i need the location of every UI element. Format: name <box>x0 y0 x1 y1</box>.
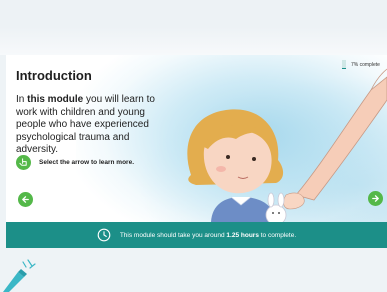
page-title: Introduction <box>16 68 92 83</box>
duration-value: 1.25 hours <box>226 231 259 239</box>
previous-button[interactable] <box>18 192 33 207</box>
hint-row: Select the arrow to learn more. <box>16 155 134 170</box>
next-button[interactable] <box>368 191 383 206</box>
module-duration-bar: This module should take you around 1.25 … <box>6 222 387 248</box>
module-slide: Introduction In this module you will lea… <box>6 55 387 222</box>
clock-icon <box>97 228 111 242</box>
hint-text: Select the arrow to learn more. <box>39 159 135 166</box>
hand-pointer-icon <box>16 155 31 170</box>
intro-text-prefix: In <box>16 94 28 105</box>
arrow-right-icon <box>371 191 380 206</box>
duration-text-after: to complete. <box>258 231 297 239</box>
progress-track <box>342 60 346 69</box>
decorative-brush-mark <box>3 259 36 292</box>
duration-text-before: This module should take you around <box>119 231 227 239</box>
progress-indicator: 7% complete <box>342 60 387 69</box>
illustration-girl-holding-hand <box>187 68 387 222</box>
top-strip <box>0 0 387 55</box>
arrow-left-icon <box>21 192 30 207</box>
intro-text-bold: this module <box>27 94 84 105</box>
progress-fill <box>342 68 346 69</box>
progress-label: 7% complete <box>351 61 380 68</box>
duration-text: This module should take you around 1.25 … <box>120 232 296 239</box>
intro-paragraph: In this module you will learn to work wi… <box>16 94 166 157</box>
